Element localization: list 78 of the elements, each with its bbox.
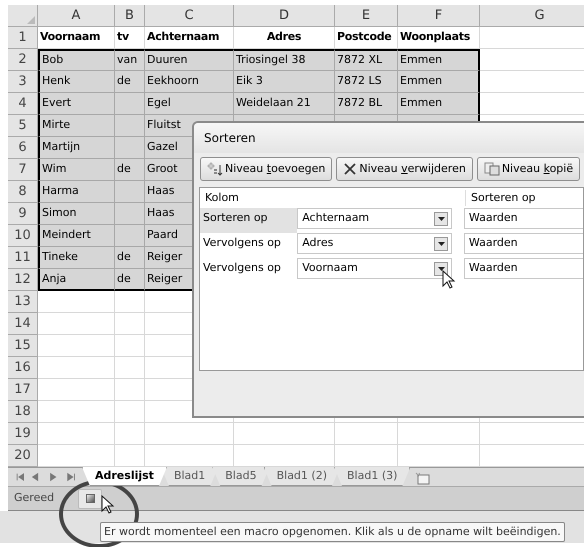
table-cell: van [115, 49, 145, 71]
level-button[interactable]: Niveau kopië [476, 157, 580, 181]
column-header[interactable]: G [480, 5, 584, 27]
column-header[interactable]: C [145, 5, 234, 27]
table-cell: Triosingel 38 [234, 49, 335, 71]
table-cell: de [115, 71, 145, 93]
row-header[interactable]: 14 [8, 313, 38, 335]
row-header[interactable]: 2 [8, 49, 38, 71]
level-label[interactable]: Sorteren op [200, 208, 298, 233]
column-heading: Kolom [200, 190, 466, 206]
sheet-tab[interactable]: Blad1 (3) [334, 467, 410, 486]
row-header[interactable]: 6 [8, 137, 38, 159]
row-header[interactable]: 16 [8, 357, 38, 379]
table-cell: Emmen [398, 93, 480, 115]
table-cell: Achternaam [145, 27, 234, 49]
dropdown-field[interactable]: Achternaam [297, 208, 452, 229]
table-cell: Bob [38, 49, 115, 71]
table-cell: de [115, 159, 145, 181]
row-header[interactable]: 10 [8, 225, 38, 247]
dialog-title: Sorteren [194, 123, 584, 153]
table-cell: Martijn [38, 137, 115, 159]
table-cell: Tineke [38, 247, 115, 269]
dropdown-field[interactable]: Waarden [464, 258, 583, 279]
row-header[interactable]: 8 [8, 181, 38, 203]
table-cell: Evert [38, 93, 115, 115]
row-header[interactable]: 20 [8, 445, 38, 467]
level-button[interactable]: Niveau toevoegen [200, 157, 332, 181]
row-header[interactable]: 5 [8, 115, 38, 137]
row-header[interactable]: 17 [8, 379, 38, 401]
table-cell: Adres [234, 27, 335, 49]
column-header[interactable]: D [234, 5, 335, 27]
table-cell: Woonplaats [398, 27, 480, 49]
level-button[interactable]: Niveau verwijderen [336, 157, 473, 181]
table-cell: Anja [38, 269, 115, 291]
table-cell: Mirte [38, 115, 115, 137]
table-cell: Postcode [335, 27, 398, 49]
table-cell: Voornaam [38, 27, 115, 49]
table-cell: Wim [38, 159, 115, 181]
row-header[interactable]: 11 [8, 247, 38, 269]
table-cell: Eekhoorn [145, 71, 234, 93]
table-cell: Emmen [398, 71, 480, 93]
row-header[interactable]: 3 [8, 71, 38, 93]
row-header[interactable]: 18 [8, 401, 38, 423]
table-cell: de [115, 269, 145, 291]
row-header[interactable]: 19 [8, 423, 38, 445]
table-cell: Simon [38, 203, 115, 225]
table-cell: Emmen [398, 49, 480, 71]
table-cell: Weidelaan 21 [234, 93, 335, 115]
column-heading: Sorteren op [470, 190, 536, 206]
table-cell: Eik 3 [234, 71, 335, 93]
dropdown-field[interactable]: Waarden [464, 233, 583, 254]
table-cell: Egel [145, 93, 234, 115]
table-cell: Meindert [38, 225, 115, 247]
tooltip: Er wordt momenteel een macro opgenomen. Klik als u de opname wilt beëindigen. [100, 522, 565, 542]
column-header[interactable]: A [38, 5, 115, 27]
column-header[interactable]: B [115, 5, 145, 27]
dropdown-field[interactable]: Voornaam [297, 258, 452, 279]
dropdown-field[interactable]: Adres [297, 233, 452, 254]
sheet-tab[interactable]: Adreslijst [82, 467, 167, 486]
dropdown-field[interactable]: Waarden [464, 208, 583, 229]
row-header[interactable]: 7 [8, 159, 38, 181]
row-header[interactable]: 1 [8, 27, 38, 49]
table-cell: de [115, 247, 145, 269]
table-cell: tv [115, 27, 145, 49]
row-header[interactable]: 15 [8, 335, 38, 357]
row-header[interactable]: 4 [8, 93, 38, 115]
table-cell: Harma [38, 181, 115, 203]
row-header[interactable]: 9 [8, 203, 38, 225]
status-text: Gereed [14, 490, 54, 506]
table-cell: Henk [38, 71, 115, 93]
table-cell: 7872 LS [335, 71, 398, 93]
row-header[interactable]: 12 [8, 269, 38, 291]
column-header[interactable]: F [398, 5, 480, 27]
row-header[interactable]: 13 [8, 291, 38, 313]
table-cell: Duuren [145, 49, 234, 71]
table-cell: 7872 BL [335, 93, 398, 115]
table-cell: 7872 XL [335, 49, 398, 71]
column-header[interactable]: E [335, 5, 398, 27]
